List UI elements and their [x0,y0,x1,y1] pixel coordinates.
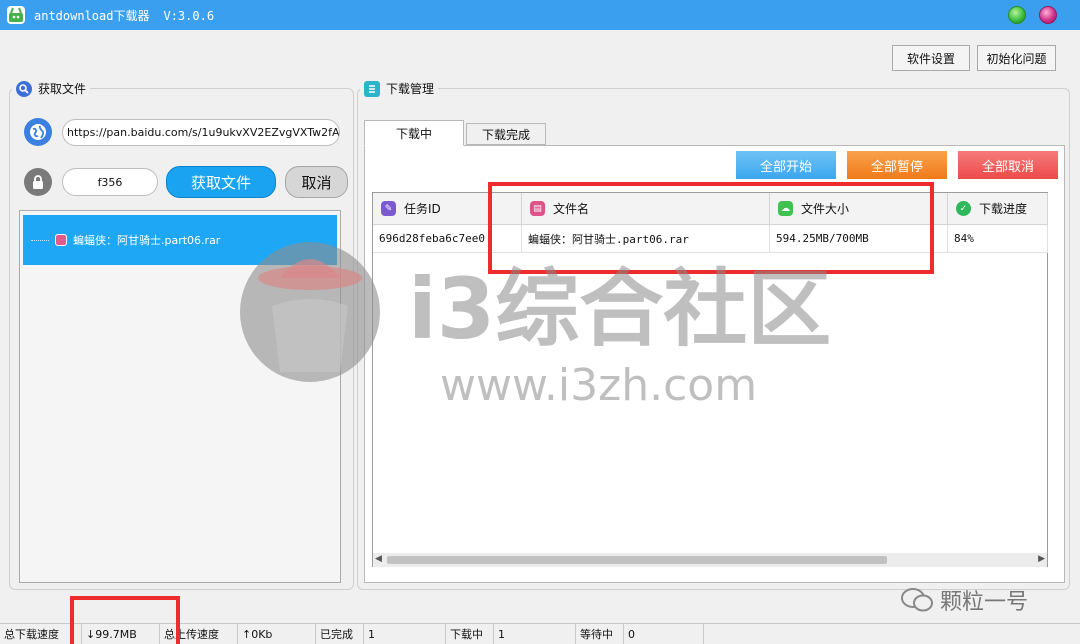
upload-speed-value: ↑0Kb [238,624,316,644]
search-icon [16,80,32,97]
init-issue-button[interactable]: 初始化问题 [977,45,1056,71]
scroll-right-icon[interactable]: ▶ [1038,554,1045,564]
app-logo-icon [7,6,25,24]
cell-progress: 84% [948,225,1048,253]
column-header-label: 下载进度 [979,202,1028,216]
settings-button[interactable]: 软件设置 [892,45,970,71]
cancel-button[interactable]: 取消 [285,166,348,198]
tree-connector [31,239,49,241]
extract-code-value: f356 [97,175,123,189]
column-header-label: 任务ID [404,202,441,216]
tab-downloading[interactable]: 下载中 [364,120,464,146]
waiting-value: 0 [624,624,704,644]
scroll-left-icon[interactable]: ◀ [375,554,382,564]
edit-icon: ✎ [381,201,396,216]
horizontal-scrollbar[interactable]: ◀ ▶ [373,553,1047,567]
download-manager-title: 下载管理 [386,82,435,96]
fetch-file-button[interactable]: 获取文件 [166,166,276,198]
tab-completed[interactable]: 下载完成 [466,123,546,145]
start-all-button[interactable]: 全部开始 [736,151,836,179]
file-tree-item-label: 蝙蝠侠：阿甘骑士.part06.rar [73,234,221,247]
scrollbar-thumb[interactable] [387,556,887,564]
fetch-file-group-title: 获取文件 [12,80,91,97]
title-bar: antdownload下载器 V:3.0.6 [0,0,1080,30]
downloading-label: 下载中 [446,624,494,644]
share-url-value: https://pan.baidu.com/s/1u9ukvXV2EZvgVXT… [67,126,340,139]
file-tree-item[interactable]: 蝙蝠侠：阿甘骑士.part06.rar [23,215,337,265]
check-icon: ✓ [956,201,971,216]
app-version: V:3.0.6 [163,9,215,23]
download-list-icon [364,80,380,97]
minimize-button[interactable] [1008,6,1026,24]
waiting-label: 等待中 [576,624,624,644]
wechat-icon [901,588,933,612]
completed-value: 1 [364,624,446,644]
download-manager-group-title: 下载管理 [360,80,439,97]
pause-all-button[interactable]: 全部暂停 [847,151,947,179]
file-tree[interactable]: 蝙蝠侠：阿甘骑士.part06.rar [19,210,341,583]
downloading-value: 1 [494,624,576,644]
highlight-box-speed [70,596,180,644]
lock-icon [24,168,52,196]
fetch-file-title: 获取文件 [38,82,87,96]
close-button[interactable] [1039,6,1057,24]
completed-label: 已完成 [316,624,364,644]
column-header-progress[interactable]: ✓ 下载进度 [948,193,1048,225]
extract-code-input[interactable]: f356 [62,168,158,196]
window-title: antdownload下载器 V:3.0.6 [34,7,214,24]
app-name: antdownload下载器 [34,9,150,23]
archive-file-icon [55,234,67,246]
share-url-input[interactable]: https://pan.baidu.com/s/1u9ukvXV2EZvgVXT… [62,119,340,146]
globe-icon [24,118,52,146]
highlight-box-file-info [488,182,934,274]
cancel-all-button[interactable]: 全部取消 [958,151,1058,179]
